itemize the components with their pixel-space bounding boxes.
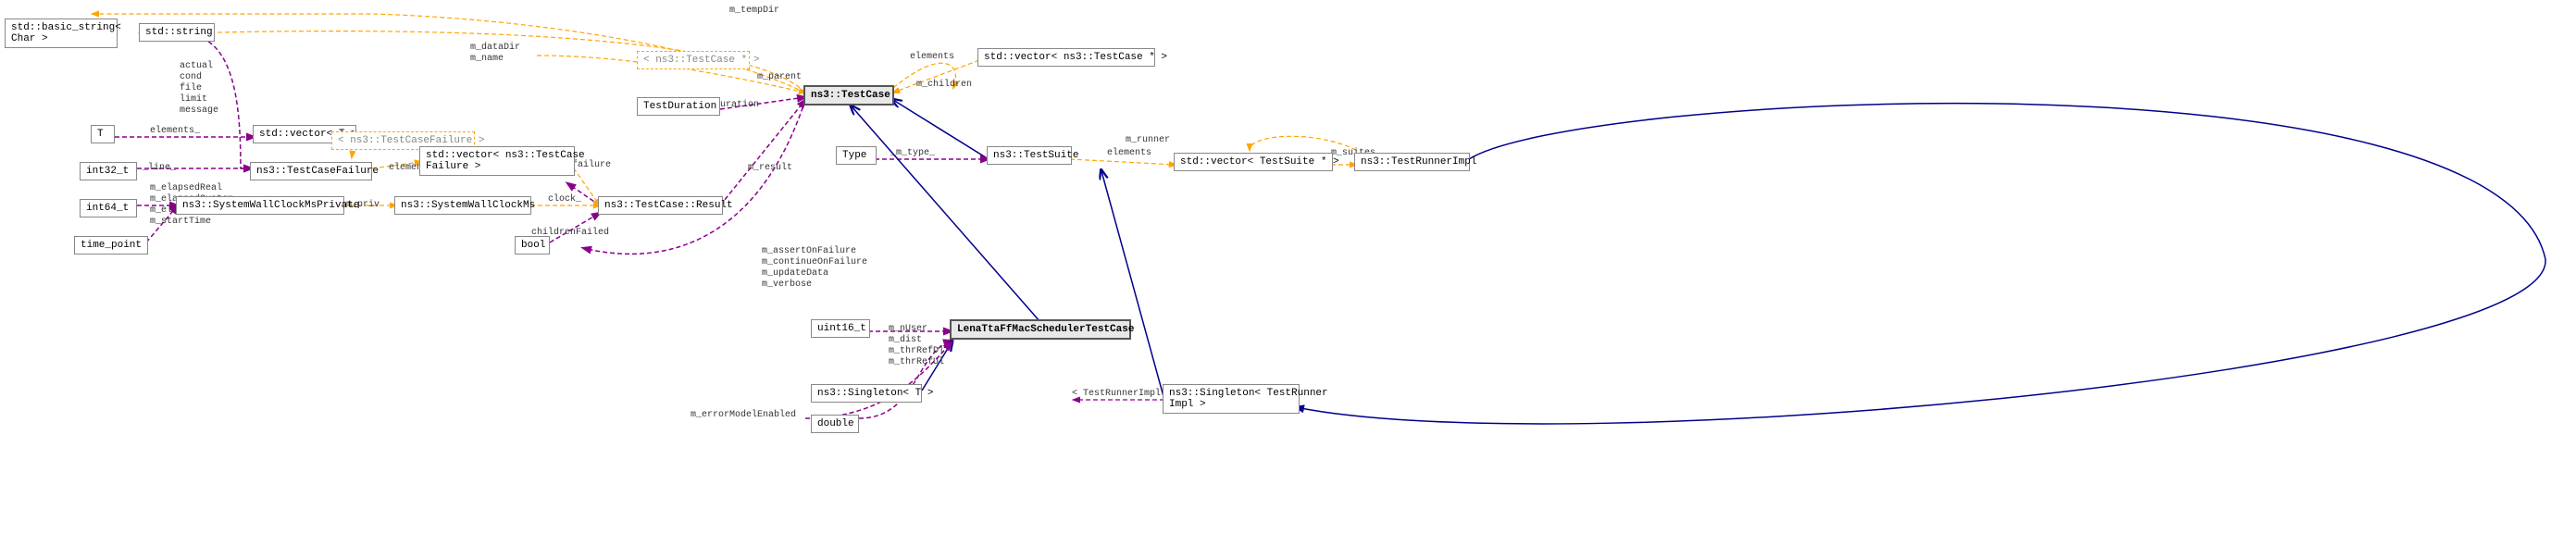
node-lena-test-case: LenaTtaFfMacSchedulerTestCase bbox=[950, 319, 1131, 340]
node-std-vector-failure: std::vector< ns3::TestCaseFailure > bbox=[419, 146, 575, 176]
label-m-tempdir: m_tempDir bbox=[729, 6, 779, 16]
label-m-start-time: m_startTime bbox=[150, 217, 211, 227]
node-bool: bool bbox=[515, 236, 550, 255]
node-ns3-singleton-T: ns3::Singleton< T > bbox=[811, 384, 922, 403]
node-ns3-testcase: ns3::TestCase bbox=[803, 85, 894, 106]
label-m-type: _m_type_ bbox=[890, 148, 935, 158]
label-message: message bbox=[180, 106, 218, 116]
node-int64t: int64_t bbox=[80, 199, 137, 217]
label-clock: clock_ bbox=[548, 194, 581, 205]
label-m-thrrefdl: m_thrRefDl bbox=[889, 346, 944, 356]
label-elements-3: elements bbox=[910, 52, 954, 62]
node-system-wall-clock-ms: ns3::SystemWallClockMs bbox=[394, 196, 531, 215]
label-m-parent: m_parent bbox=[757, 72, 802, 82]
label-limit: limit bbox=[180, 94, 207, 105]
label-m-assert-on-failure: m_assertOnFailure bbox=[762, 246, 856, 256]
label-m-children: m_children bbox=[916, 80, 972, 90]
node-ns3-testsuite: ns3::TestSuite bbox=[987, 146, 1072, 165]
node-system-wall-clock-private: ns3::SystemWallClockMsPrivate bbox=[176, 196, 344, 215]
node-testcase-result: ns3::TestCase::Result bbox=[598, 196, 723, 215]
label-elements-underscore: elements_ bbox=[150, 126, 200, 136]
label-file: file bbox=[180, 83, 202, 93]
label-elements-4: elements bbox=[1107, 148, 1151, 158]
arrows-svg bbox=[0, 0, 2576, 534]
label-m-thrrefUl: m_thrRefUl bbox=[889, 357, 944, 367]
label-testrunnerimpl-label: < TestRunnerImpl > bbox=[1072, 389, 1172, 399]
label-m-elapsed-real: m_elapsedReal bbox=[150, 183, 222, 193]
node-uint16t: uint16_t bbox=[811, 319, 870, 338]
label-m-verbose: m_verbose bbox=[762, 279, 812, 290]
node-T: T bbox=[91, 125, 115, 143]
diagram-container: std::basic_string<Char > std::string T i… bbox=[0, 0, 2576, 534]
node-time-point: time_point bbox=[74, 236, 148, 255]
node-type: Type bbox=[836, 146, 877, 165]
label-actual: actual bbox=[180, 61, 213, 71]
node-basic-string: std::basic_string<Char > bbox=[5, 19, 118, 48]
label-m-datadir: m_dataDir bbox=[470, 43, 520, 53]
node-test-duration: TestDuration bbox=[637, 97, 720, 116]
node-ns3-singleton-runner: ns3::Singleton< TestRunnerImpl > bbox=[1163, 384, 1300, 414]
label-m-name: m_name bbox=[470, 54, 504, 64]
node-std-vector-testsuite-ptr: std::vector< TestSuite * > bbox=[1174, 153, 1333, 171]
label-m-runner: m_runner bbox=[1126, 135, 1170, 145]
node-ns3-testcase-ptr: < ns3::TestCase * > bbox=[637, 51, 750, 69]
node-testcase-failure: ns3::TestCaseFailure bbox=[250, 162, 372, 180]
node-testrunnerimpl: ns3::TestRunnerImpl bbox=[1354, 153, 1470, 171]
node-int32t: int32_t bbox=[80, 162, 137, 180]
label-m-result: m_result bbox=[748, 163, 792, 173]
node-std-vector-testcase-ptr: std::vector< ns3::TestCase * > bbox=[977, 48, 1155, 67]
node-double: double bbox=[811, 415, 859, 433]
label-cond: cond bbox=[180, 72, 202, 82]
label-line: _line_ bbox=[143, 163, 176, 173]
node-std-string: std::string bbox=[139, 23, 215, 42]
label-m-error-model: m_errorModelEnabled bbox=[691, 410, 796, 420]
label-m-update-data: m_updateData bbox=[762, 268, 828, 279]
label-failure: failure bbox=[572, 160, 611, 170]
label-m-nuser: m_nUser bbox=[889, 324, 927, 334]
label-m-continue-on-failure: m_continueOnFailure bbox=[762, 257, 867, 267]
label-m-dist: m_dist bbox=[889, 335, 922, 345]
